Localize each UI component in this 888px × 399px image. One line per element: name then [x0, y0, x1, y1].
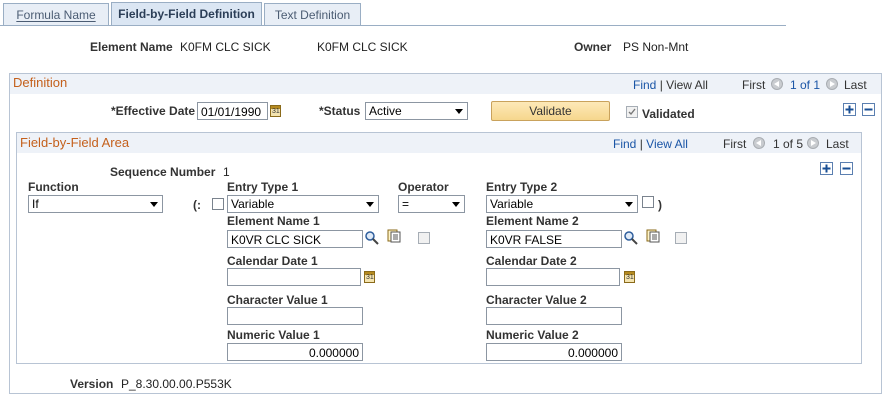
dropdown-arrow-icon [455, 109, 463, 114]
definition-view-all-link[interactable]: View All [666, 78, 708, 92]
calendar-date-2-label: Calendar Date 2 [486, 254, 577, 268]
entry-type-1-select[interactable]: Variable [227, 195, 379, 213]
close-paren-label: ) [658, 198, 662, 212]
nav-separator: | [659, 78, 663, 92]
plus-icon[interactable] [820, 162, 833, 175]
tab-label: Field-by-Field Definition [118, 7, 255, 21]
element-name-1-label: Element Name 1 [227, 214, 320, 228]
tab-field-by-field-definition[interactable]: Field-by-Field Definition [111, 2, 262, 26]
numeric-value-1-label: Numeric Value 1 [227, 328, 320, 342]
operator-label: Operator [398, 180, 449, 194]
character-value-1-input[interactable] [227, 307, 363, 325]
minus-icon[interactable] [862, 103, 875, 116]
calendar-icon[interactable] [270, 105, 281, 117]
detail-icon[interactable] [646, 229, 660, 243]
character-value-1-label: Character Value 1 [227, 293, 328, 307]
previous-icon[interactable] [771, 78, 783, 90]
search-icon[interactable] [623, 230, 639, 246]
validate-button[interactable]: Validate [491, 101, 610, 121]
dropdown-arrow-icon [452, 202, 460, 207]
entry-type-2-value: Variable [490, 197, 534, 211]
element-name-value: K0FM CLC SICK [180, 40, 271, 54]
fbf-first-label[interactable]: First [723, 137, 746, 151]
calendar-date-2-input[interactable] [486, 268, 620, 286]
entry-type-1-label: Entry Type 1 [227, 180, 299, 194]
definition-navigation: Find | View All [633, 78, 708, 92]
numeric-value-1-input[interactable]: 0.000000 [227, 343, 363, 361]
tab-text-definition[interactable]: Text Definition [264, 3, 361, 25]
status-label: *Status [319, 104, 361, 118]
entry-type-1-value: Variable [231, 197, 275, 211]
plus-icon[interactable] [843, 103, 856, 116]
status-value: Active [369, 104, 402, 118]
dropdown-arrow-icon [366, 202, 374, 207]
next-icon[interactable] [826, 78, 838, 90]
calendar-date-1-input[interactable] [227, 268, 361, 286]
validated-checkbox [626, 106, 638, 118]
fbf-navigation: Find | View All [613, 137, 688, 151]
status-select[interactable]: Active [365, 102, 468, 120]
version-value: P_8.30.00.00.P553K [121, 377, 232, 391]
character-value-2-label: Character Value 2 [486, 293, 587, 307]
fbf-last-label[interactable]: Last [826, 137, 849, 151]
dropdown-arrow-icon [625, 202, 633, 207]
effective-date-label: *Effective Date [111, 104, 196, 118]
element-name-2-checkbox [675, 232, 687, 244]
nav-separator: | [639, 137, 643, 151]
sequence-number-value: 1 [223, 165, 230, 179]
validated-label: Validated [642, 107, 695, 121]
definition-find-link[interactable]: Find [633, 78, 656, 92]
entry-type-2-select[interactable]: Variable [486, 195, 638, 213]
element-name-2-label: Element Name 2 [486, 214, 579, 228]
version-label: Version [70, 377, 114, 391]
close-paren-checkbox[interactable] [642, 196, 654, 208]
next-icon[interactable] [807, 137, 819, 149]
search-icon[interactable] [364, 230, 380, 246]
tab-label: Text Definition [274, 8, 351, 22]
calendar-date-1-label: Calendar Date 1 [227, 254, 318, 268]
minus-icon[interactable] [840, 162, 853, 175]
calendar-icon[interactable] [364, 271, 375, 283]
fbf-view-all-link[interactable]: View All [646, 137, 688, 151]
fbf-find-link[interactable]: Find [613, 137, 636, 151]
element-description: K0FM CLC SICK [317, 40, 408, 54]
function-value: If [32, 197, 39, 211]
tab-formula-name[interactable]: Formula Name [3, 3, 109, 25]
character-value-2-input[interactable] [486, 307, 622, 325]
open-paren-label: (: [193, 198, 201, 212]
detail-icon[interactable] [387, 229, 401, 243]
definition-first-label[interactable]: First [742, 78, 765, 92]
element-name-1-checkbox [418, 232, 430, 244]
sequence-number-label: Sequence Number [110, 165, 216, 179]
operator-select[interactable]: = [398, 195, 465, 213]
calendar-icon[interactable] [624, 271, 635, 283]
definition-count: 1 of 1 [790, 78, 821, 92]
element-name-1-input[interactable]: K0VR CLC SICK [227, 230, 363, 248]
tab-label: Formula Name [16, 8, 96, 22]
definition-last-label[interactable]: Last [844, 78, 867, 92]
definition-title: Definition [13, 75, 68, 90]
element-name-2-input[interactable]: K0VR FALSE [486, 230, 622, 248]
entry-type-2-label: Entry Type 2 [486, 180, 558, 194]
function-label: Function [28, 180, 79, 194]
owner-label: Owner [574, 40, 612, 54]
operator-value: = [402, 197, 410, 211]
dropdown-arrow-icon [150, 202, 158, 207]
owner-value: PS Non-Mnt [623, 40, 689, 54]
effective-date-input[interactable]: 01/01/1990 [197, 102, 268, 120]
function-select[interactable]: If [28, 195, 163, 213]
field-by-field-title: Field-by-Field Area [20, 135, 130, 150]
fbf-count: 1 of 5 [773, 137, 804, 151]
check-mark-icon [628, 108, 636, 116]
element-name-label: Element Name [90, 40, 173, 54]
previous-icon[interactable] [753, 137, 765, 149]
open-paren-checkbox[interactable] [212, 198, 224, 210]
tab-divider [0, 25, 786, 26]
numeric-value-2-input[interactable]: 0.000000 [486, 343, 622, 361]
numeric-value-2-label: Numeric Value 2 [486, 328, 579, 342]
